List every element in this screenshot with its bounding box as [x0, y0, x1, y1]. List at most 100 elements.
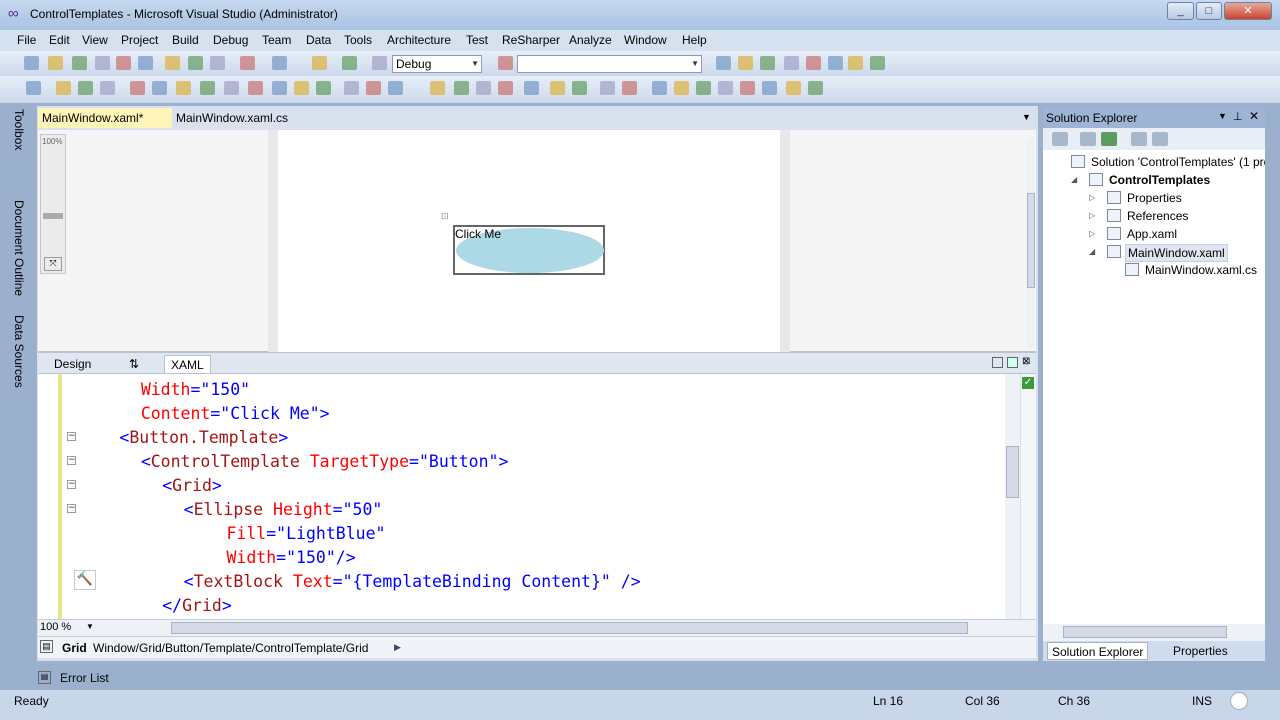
- vertical-split-icon[interactable]: [992, 357, 1003, 368]
- pin-icon[interactable]: ⊥: [1233, 110, 1243, 123]
- menu-file[interactable]: File: [17, 33, 36, 47]
- toolbar-tool-icon[interactable]: [272, 81, 287, 95]
- toolbar-tool-icon[interactable]: [828, 56, 843, 70]
- toolbar-tool-icon[interactable]: [388, 81, 403, 95]
- menu-window[interactable]: Window: [624, 33, 667, 47]
- chevron-down-icon[interactable]: ▼: [86, 622, 94, 631]
- toolbar-tool-icon[interactable]: [760, 56, 775, 70]
- tab-mainwindow-xaml-cs[interactable]: MainWindow.xaml.cs: [172, 108, 322, 128]
- find-combo[interactable]: ▼: [517, 55, 702, 73]
- breadcrumb-icon[interactable]: ▤: [40, 640, 53, 653]
- toolbar-tool-icon[interactable]: [784, 56, 799, 70]
- toolbar-tool-icon[interactable]: [674, 81, 689, 95]
- code-line[interactable]: Content="Click Me">: [141, 402, 330, 426]
- toolbar-tool-icon[interactable]: [572, 81, 587, 95]
- solution-hscroll[interactable]: [1043, 624, 1265, 641]
- toolbar-tool-icon[interactable]: [130, 81, 145, 95]
- code-line[interactable]: <Grid>: [162, 474, 222, 498]
- breadcrumb-path[interactable]: Window/Grid/Button/Template/ControlTempl…: [93, 641, 368, 655]
- toolbar-tool-icon[interactable]: [762, 81, 777, 95]
- toolbar-tool-icon[interactable]: [78, 81, 93, 95]
- toolbar-tool-icon[interactable]: [652, 81, 667, 95]
- refresh-icon[interactable]: [1101, 132, 1117, 146]
- toolbar-tool-icon[interactable]: [848, 56, 863, 70]
- tree-expander-icon[interactable]: ▷: [1089, 229, 1095, 238]
- code-line[interactable]: <Ellipse Height="50": [184, 498, 383, 522]
- close-panel-icon[interactable]: ✕: [1249, 109, 1259, 123]
- toolbar-tool-icon[interactable]: [248, 81, 263, 95]
- menu-build[interactable]: Build: [172, 33, 199, 47]
- menu-tools[interactable]: Tools: [344, 33, 372, 47]
- menu-debug[interactable]: Debug: [213, 33, 248, 47]
- toolbar-tool-icon[interactable]: [476, 81, 491, 95]
- horizontal-split-icon[interactable]: [1007, 357, 1018, 368]
- toolbar-tool-icon[interactable]: [138, 56, 153, 70]
- solution-hscroll-thumb[interactable]: [1063, 626, 1227, 638]
- code-vscroll-thumb[interactable]: [1006, 446, 1019, 498]
- minimize-button[interactable]: _: [1167, 2, 1194, 20]
- tab-solution-explorer[interactable]: Solution Explorer: [1047, 642, 1149, 660]
- zoom-slider[interactable]: 100% ⤧: [40, 134, 66, 274]
- toolbar-tool-icon[interactable]: [312, 56, 327, 70]
- toolbar-tool-icon[interactable]: [808, 81, 823, 95]
- close-button[interactable]: ✕: [1224, 2, 1272, 20]
- tree-node-label[interactable]: Properties: [1125, 190, 1184, 206]
- dropdown-icon[interactable]: ▼: [1218, 111, 1227, 121]
- design-split-tab[interactable]: Design: [48, 355, 97, 373]
- code-line[interactable]: </Grid>: [162, 594, 232, 618]
- toolbar-tool-icon[interactable]: [116, 56, 131, 70]
- swap-panes-button[interactable]: ⇅: [123, 355, 145, 373]
- zoom-thumb[interactable]: [43, 213, 63, 219]
- toolbar-tool-icon[interactable]: [294, 81, 309, 95]
- fit-to-window-icon[interactable]: ⤧: [44, 257, 62, 271]
- toolbar-tool-icon[interactable]: [95, 56, 110, 70]
- chevron-right-icon[interactable]: ▶: [394, 642, 401, 653]
- menu-project[interactable]: Project: [121, 33, 158, 47]
- toolbar-tool-icon[interactable]: [366, 81, 381, 95]
- toolbar-tool-icon[interactable]: [550, 81, 565, 95]
- tab-mainwindow-xaml[interactable]: MainWindow.xaml*: [38, 108, 172, 128]
- fold-toggle-icon[interactable]: −: [67, 456, 76, 465]
- toolbar-tool-icon[interactable]: [224, 81, 239, 95]
- toolbar-tool-icon[interactable]: [740, 81, 755, 95]
- code-line[interactable]: Width="150": [141, 378, 250, 402]
- toolbar-tool-icon[interactable]: [72, 56, 87, 70]
- menu-architecture[interactable]: Architecture: [387, 33, 451, 47]
- toolbar-tool-icon[interactable]: [696, 81, 711, 95]
- properties-icon[interactable]: [1052, 132, 1068, 146]
- toolbar-tool-icon[interactable]: [24, 56, 39, 70]
- tree-node-label[interactable]: MainWindow.xaml.cs: [1143, 262, 1259, 278]
- toolbar-tool-icon[interactable]: [200, 81, 215, 95]
- toolbar-tool-icon[interactable]: [738, 56, 753, 70]
- menu-test[interactable]: Test: [466, 33, 488, 47]
- code-hscroll-thumb[interactable]: [171, 622, 968, 634]
- design-vscroll[interactable]: [1027, 138, 1035, 348]
- menu-analyze[interactable]: Analyze: [569, 33, 612, 47]
- toolbar-tool-icon[interactable]: [26, 81, 41, 95]
- toolbar-tool-icon[interactable]: [272, 56, 287, 70]
- toolbar-tool-icon[interactable]: [210, 56, 225, 70]
- code-line[interactable]: <TextBlock Text="{TemplateBinding Conten…: [184, 570, 641, 594]
- toolbar-tool-icon[interactable]: [430, 81, 445, 95]
- toolbox-tab[interactable]: Toolbox: [12, 109, 26, 150]
- tree-node-label[interactable]: References: [1125, 208, 1190, 224]
- menu-resharper[interactable]: ReSharper: [502, 33, 560, 47]
- maximize-button[interactable]: □: [1196, 2, 1222, 20]
- toolbar-tool-icon[interactable]: [176, 81, 191, 95]
- tree-node-label[interactable]: App.xaml: [1125, 226, 1179, 242]
- tree-node-label[interactable]: ControlTemplates: [1107, 172, 1212, 188]
- toolbar-tool-icon[interactable]: [498, 56, 513, 70]
- xaml-code-editor[interactable]: Width="150" Content="Click Me"> <Button.Te…: [38, 374, 1005, 619]
- toolbar-tool-icon[interactable]: [342, 56, 357, 70]
- adorner-handle-icon[interactable]: ⊡: [441, 211, 449, 222]
- toolbar-tool-icon[interactable]: [716, 56, 731, 70]
- toolbar-tool-icon[interactable]: [806, 56, 821, 70]
- smart-tag-hammer-icon[interactable]: 🔨: [74, 570, 96, 590]
- toolbar-tool-icon[interactable]: [600, 81, 615, 95]
- xaml-split-tab[interactable]: XAML: [164, 355, 211, 373]
- toolbar-tool-icon[interactable]: [454, 81, 469, 95]
- show-all-files-icon[interactable]: [1080, 132, 1096, 146]
- view-code-icon[interactable]: [1131, 132, 1147, 146]
- code-vscroll[interactable]: [1005, 374, 1020, 619]
- editor-zoom[interactable]: 100 %: [40, 621, 71, 633]
